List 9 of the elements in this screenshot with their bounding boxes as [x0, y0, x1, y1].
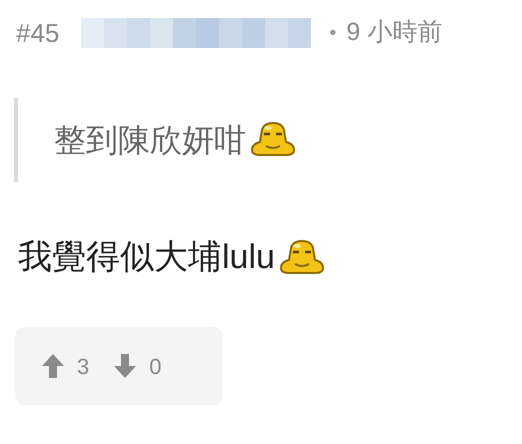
upvote-button[interactable]: 3	[41, 350, 90, 382]
post-number: #45	[16, 16, 60, 50]
downvote-button[interactable]: 0	[113, 350, 162, 382]
arrow-down-icon	[113, 353, 138, 379]
message-text: 整到陳欣妍咁	[54, 121, 246, 160]
separator: •	[329, 21, 336, 46]
post-time: 9 小時前	[346, 17, 442, 48]
message-text: 我覺得似大埔lulu	[18, 237, 275, 278]
arrow-up-icon	[41, 353, 65, 379]
